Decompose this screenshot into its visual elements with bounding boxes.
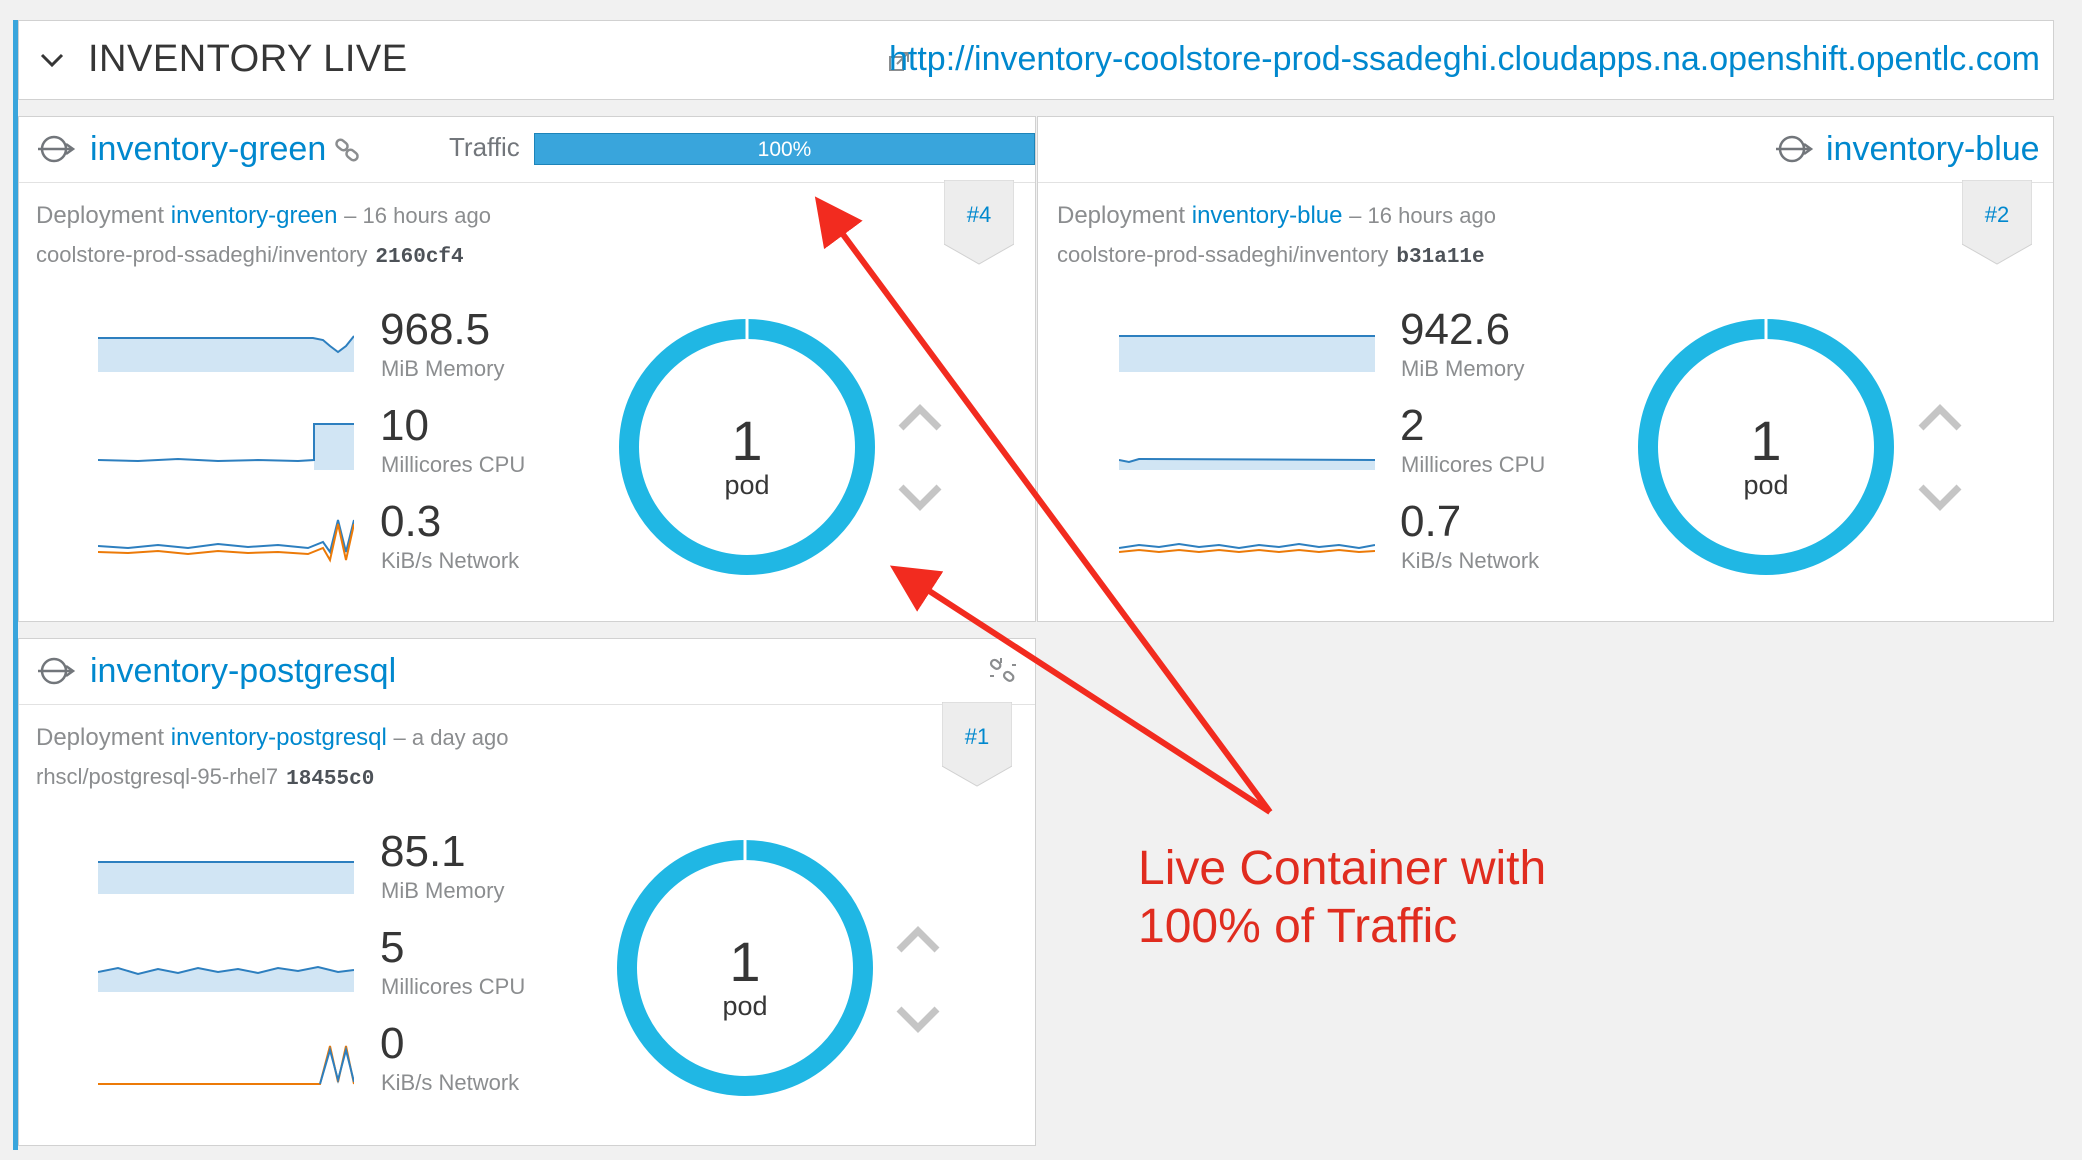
cpu-sparkline-postgresql [98,965,354,992]
pod-word-blue: pod [1743,470,1789,500]
cpu-value-green: 10 [380,401,429,450]
cpu-sparkline-blue [1119,457,1375,470]
deployment-line-postgresql: Deployment inventory-postgresql – a day … [36,724,509,752]
image-name: coolstore-prod-ssadeghi/inventory [1057,242,1389,267]
image-sha: 18455c0 [286,768,375,791]
memory-sparkline-blue [1119,335,1375,372]
app-title: INVENTORY LIVE [88,38,408,80]
link-icon [335,138,359,162]
scale-down-icon[interactable] [897,483,943,511]
deployment-prefix: Deployment [1057,202,1186,229]
route-url-link[interactable]: http://inventory-coolstore-prod-ssadeghi… [889,40,2040,79]
traffic-bar-green: 100% [534,133,1035,165]
pod-count-blue: 1 [1750,409,1782,472]
memory-label-blue: MiB Memory [1401,356,1525,381]
memory-value-blue: 942.6 [1400,305,1511,354]
pod-word-postgresql: pod [722,991,768,1021]
image-name: coolstore-prod-ssadeghi/inventory [36,242,368,267]
network-label-postgresql: KiB/s Network [381,1070,520,1095]
memory-value-postgresql: 85.1 [380,827,466,876]
image-sha: 2160cf4 [375,246,464,269]
service-name-green[interactable]: inventory-green [90,130,326,169]
annotation-line-1: Live Container with [1138,842,1547,895]
revision-badge-blue[interactable]: #2 [1962,202,2032,228]
deployment-link-postgresql[interactable]: inventory-postgresql [171,724,387,751]
service-icon [38,135,76,163]
deployment-link-blue[interactable]: inventory-blue [1192,202,1343,229]
revision-badge-postgresql[interactable]: #1 [942,724,1012,750]
network-value-postgresql: 0 [380,1019,405,1068]
revision-badge-green[interactable]: #4 [944,202,1014,228]
network-sparkline-postgresql [98,1045,354,1085]
image-line-green: coolstore-prod-ssadeghi/inventory 2160cf4 [36,242,464,269]
service-name-blue[interactable]: inventory-blue [1826,130,2040,169]
service-icon [38,657,76,685]
cpu-label-green: Millicores CPU [381,452,526,477]
pod-word-green: pod [724,470,770,500]
memory-value-green: 968.5 [380,305,491,354]
network-label-blue: KiB/s Network [1401,548,1540,573]
memory-sparkline-green [98,335,354,372]
deployment-prefix: Deployment [36,724,165,751]
cpu-value-postgresql: 5 [380,923,405,972]
deployment-link-green[interactable]: inventory-green [171,202,338,229]
network-value-blue: 0.7 [1400,497,1462,546]
deployment-line-green: Deployment inventory-green – 16 hours ag… [36,202,491,230]
annotation-line-2: 100% of Traffic [1138,900,1458,953]
service-icon [1776,135,1814,163]
unlink-icon[interactable] [988,656,1018,686]
pod-count-postgresql: 1 [729,930,761,993]
deployment-prefix: Deployment [36,202,165,229]
pod-count-green: 1 [731,409,763,472]
image-sha: b31a11e [1396,246,1485,269]
cpu-label-blue: Millicores CPU [1401,452,1546,477]
deployment-age: – a day ago [393,725,509,750]
chevron-down-icon[interactable] [38,50,66,70]
network-sparkline-blue [1119,542,1375,554]
scale-up-icon[interactable] [897,404,943,432]
deployment-age: – 16 hours ago [344,203,491,228]
deployment-age: – 16 hours ago [1349,203,1496,228]
annotation-text: Live Container with 100% of Traffic [1138,840,1546,956]
memory-sparkline-postgresql [98,861,354,894]
service-name-postgresql[interactable]: inventory-postgresql [90,652,396,691]
cpu-value-blue: 2 [1400,401,1425,450]
scale-up-icon[interactable] [895,926,941,954]
memory-label-green: MiB Memory [381,356,505,381]
deployment-line-blue: Deployment inventory-blue – 16 hours ago [1057,202,1496,230]
network-sparkline-green [98,519,354,563]
network-value-green: 0.3 [380,497,442,546]
image-line-blue: coolstore-prod-ssadeghi/inventory b31a11e [1057,242,1485,269]
scale-down-icon[interactable] [895,1005,941,1033]
image-name: rhscl/postgresql-95-rhel7 [36,764,279,789]
scale-up-icon[interactable] [1917,404,1963,432]
cpu-label-postgresql: Millicores CPU [381,974,526,999]
traffic-label: Traffic [449,132,520,162]
image-line-postgresql: rhscl/postgresql-95-rhel7 18455c0 [36,764,374,791]
cpu-sparkline-green [98,423,354,470]
memory-label-postgresql: MiB Memory [381,878,505,903]
scale-down-icon[interactable] [1917,483,1963,511]
network-label-green: KiB/s Network [381,548,520,573]
